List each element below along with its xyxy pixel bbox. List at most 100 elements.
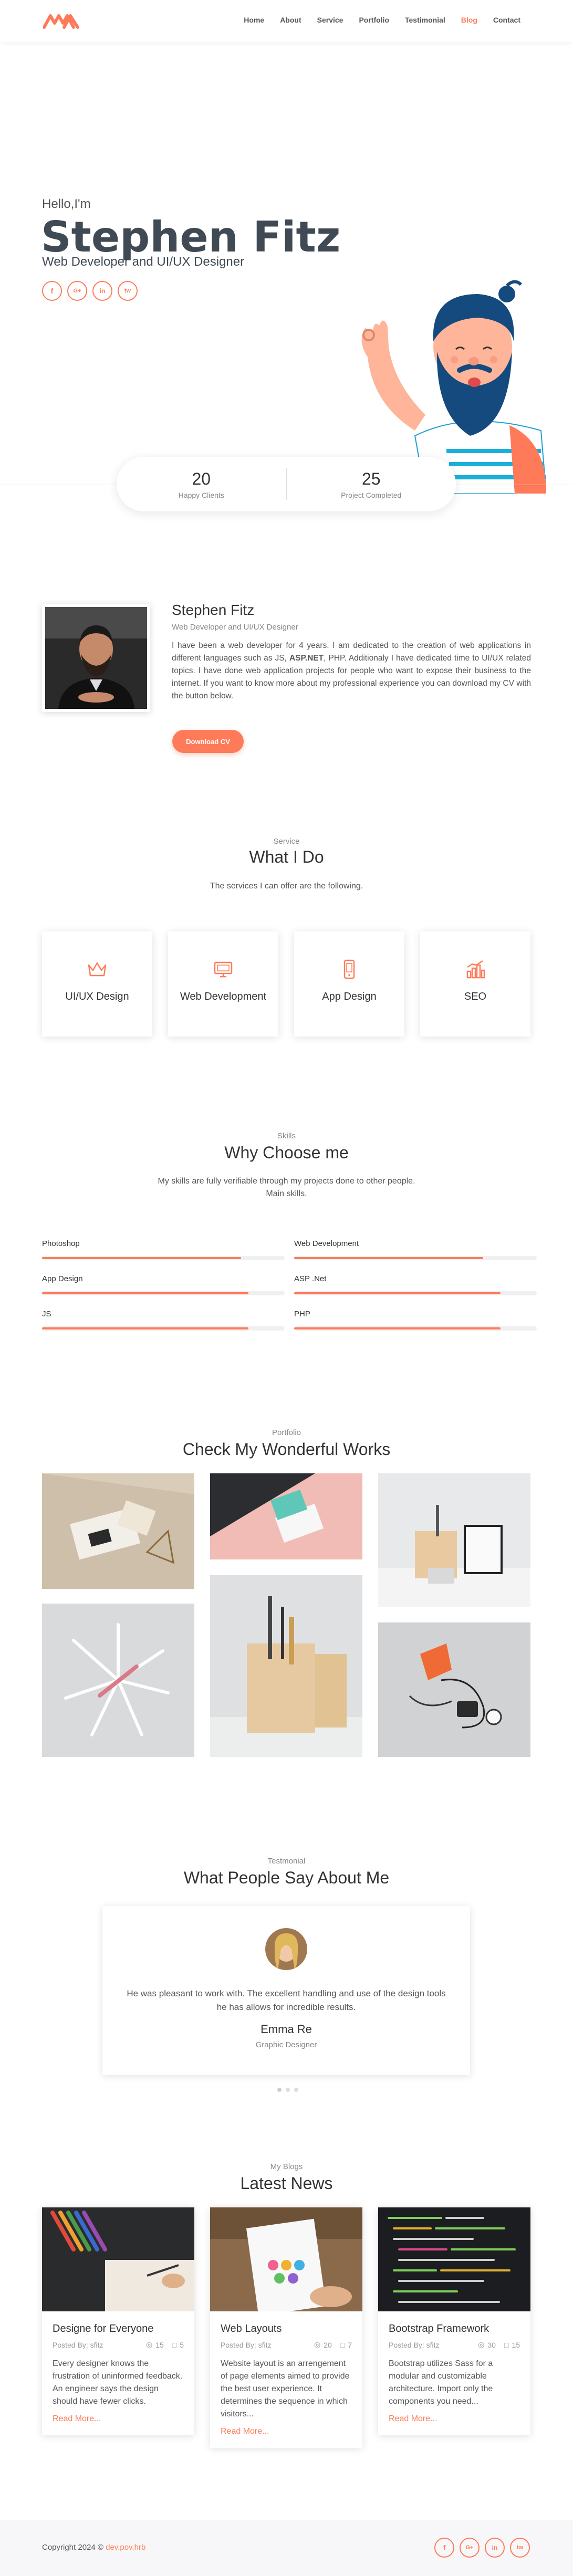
about-name: Stephen Fitz [172,602,255,618]
nav-testimonial[interactable]: Testimonial [405,16,445,24]
testimonial-avatar [265,1928,307,1970]
portfolio-item-5[interactable] [210,1575,362,1757]
footer-link[interactable]: dev.pov.hrb [106,2543,145,2552]
news-card: Designe for Everyone Posted By: sfitz ◎ … [42,2207,194,2435]
news-title[interactable]: Bootstrap Framework [389,2323,520,2335]
skill-bar [294,1291,537,1295]
pagination-dot[interactable] [277,2088,282,2092]
twitter-icon[interactable]: tw [118,281,138,301]
web-layout-image [210,2207,362,2311]
nav-contact[interactable]: Contact [493,16,520,24]
skill-fill [294,1292,501,1294]
skill-fill [42,1257,241,1259]
skill-name: App Design [42,1274,83,1283]
testimonial-pagination [277,2088,298,2092]
stat-projects-completed: 25 Project Completed [287,469,456,499]
skill-name: PHP [294,1310,310,1318]
blog-tag: My Blogs [270,2162,303,2171]
logo[interactable] [43,12,80,29]
code-image [378,2207,530,2311]
stat-number: 25 [361,469,381,488]
portfolio-image [210,1575,362,1757]
main-menu: Home About Service Portfolio Testimonial… [244,16,520,24]
news-author: Posted By: sfitz [221,2340,272,2349]
footer: Copyright 2024 © dev.pov.hrb f G+ in tw [0,2520,573,2576]
nav-about[interactable]: About [280,16,301,24]
profile-photo-image [45,607,147,709]
skill-js: JS [42,1310,285,1331]
skill-bar [294,1256,537,1260]
portfolio-item-2[interactable] [210,1473,362,1559]
service-card-seo[interactable]: SEO [420,931,530,1036]
comment-icon: □ [172,2340,177,2349]
news-views: 30 [487,2340,496,2349]
testimonial-name: Emma Re [261,2023,312,2036]
news-meta: Posted By: sfitz ◎ 30 □ 15 [389,2340,520,2349]
news-image [378,2207,530,2311]
portfolio-item-6[interactable] [378,1622,530,1757]
news-author: Posted By: sfitz [53,2340,103,2349]
nav-home[interactable]: Home [244,16,264,24]
read-more-link[interactable]: Read More... [221,2427,352,2436]
phone-icon [343,959,355,979]
skill-fill [294,1327,501,1329]
portfolio-item-4[interactable] [42,1604,194,1757]
hero-social-links: f G+ in tw [42,281,138,301]
service-card-app-design[interactable]: App Design [294,931,404,1036]
stats-bar: 20 Happy Clients 25 Project Completed [117,457,456,511]
avatar-image [265,1928,307,1970]
google-plus-icon[interactable]: G+ [460,2538,480,2558]
service-label: UI/UX Design [65,991,129,1002]
twitter-icon[interactable]: tw [510,2538,530,2558]
skill-name: ASP .Net [294,1274,327,1283]
linkedin-icon[interactable]: in [92,281,112,301]
eye-icon: ◎ [145,2340,153,2349]
portfolio-title: Check My Wonderful Works [182,1440,391,1459]
facebook-icon[interactable]: f [42,281,62,301]
pagination-dot[interactable] [286,2088,290,2092]
portfolio-tag: Portfolio [272,1428,301,1437]
skill-name: Photoshop [42,1239,80,1248]
linkedin-icon[interactable]: in [485,2538,505,2558]
service-card-web-development[interactable]: Web Development [168,931,278,1036]
read-more-link[interactable]: Read More... [53,2414,184,2424]
news-title[interactable]: Designe for Everyone [53,2323,184,2335]
news-card: Web Layouts Posted By: sfitz ◎ 20 □ 7 We… [210,2207,362,2448]
skills-subtitle-main: Main skills. [266,1189,307,1198]
nav-portfolio[interactable]: Portfolio [359,16,389,24]
read-more-link[interactable]: Read More... [389,2414,520,2424]
stat-label: Project Completed [341,490,402,499]
news-excerpt: Bootstrap utilizes Sass for a modular an… [389,2359,493,2406]
portfolio-item-1[interactable] [42,1473,194,1589]
testimonial-quote: He was pleasant to work with. The excell… [127,1988,446,2012]
facebook-icon[interactable]: f [434,2538,454,2558]
services-tag: Service [273,837,300,846]
comment-icon: □ [340,2340,345,2349]
nav-blog[interactable]: Blog [461,16,477,24]
skill-php: PHP [294,1310,537,1331]
skill-name: JS [42,1310,51,1318]
download-cv-button[interactable]: Download CV [172,730,244,753]
nav-service[interactable]: Service [317,16,343,24]
service-label: App Design [322,991,377,1002]
portfolio-image [42,1604,194,1757]
service-card-uiux[interactable]: UI/UX Design [42,931,152,1036]
skill-bar [42,1326,285,1331]
pagination-dot[interactable] [294,2088,298,2092]
google-plus-icon[interactable]: G+ [67,281,87,301]
skill-bar [42,1256,285,1260]
portfolio-item-3[interactable] [378,1473,530,1607]
news-card: Bootstrap Framework Posted By: sfitz ◎ 3… [378,2207,530,2435]
news-meta: Posted By: sfitz ◎ 15 □ 5 [53,2340,184,2349]
news-title[interactable]: Web Layouts [221,2323,352,2335]
news-views: 20 [324,2340,332,2349]
skill-bar [294,1326,537,1331]
skills-subtitle: My skills are fully verifiable through m… [158,1177,415,1186]
news-image [210,2207,362,2311]
skill-app-design: App Design [42,1274,285,1295]
hero-role: Web Developer and UI/UX Designer [42,255,245,269]
testimonial-tag: Testmonial [267,1857,306,1866]
service-label: SEO [464,991,487,1002]
hero-greeting: Hello,I'm [42,197,91,211]
news-excerpt: Website layout is an arrengement of page… [221,2359,350,2418]
